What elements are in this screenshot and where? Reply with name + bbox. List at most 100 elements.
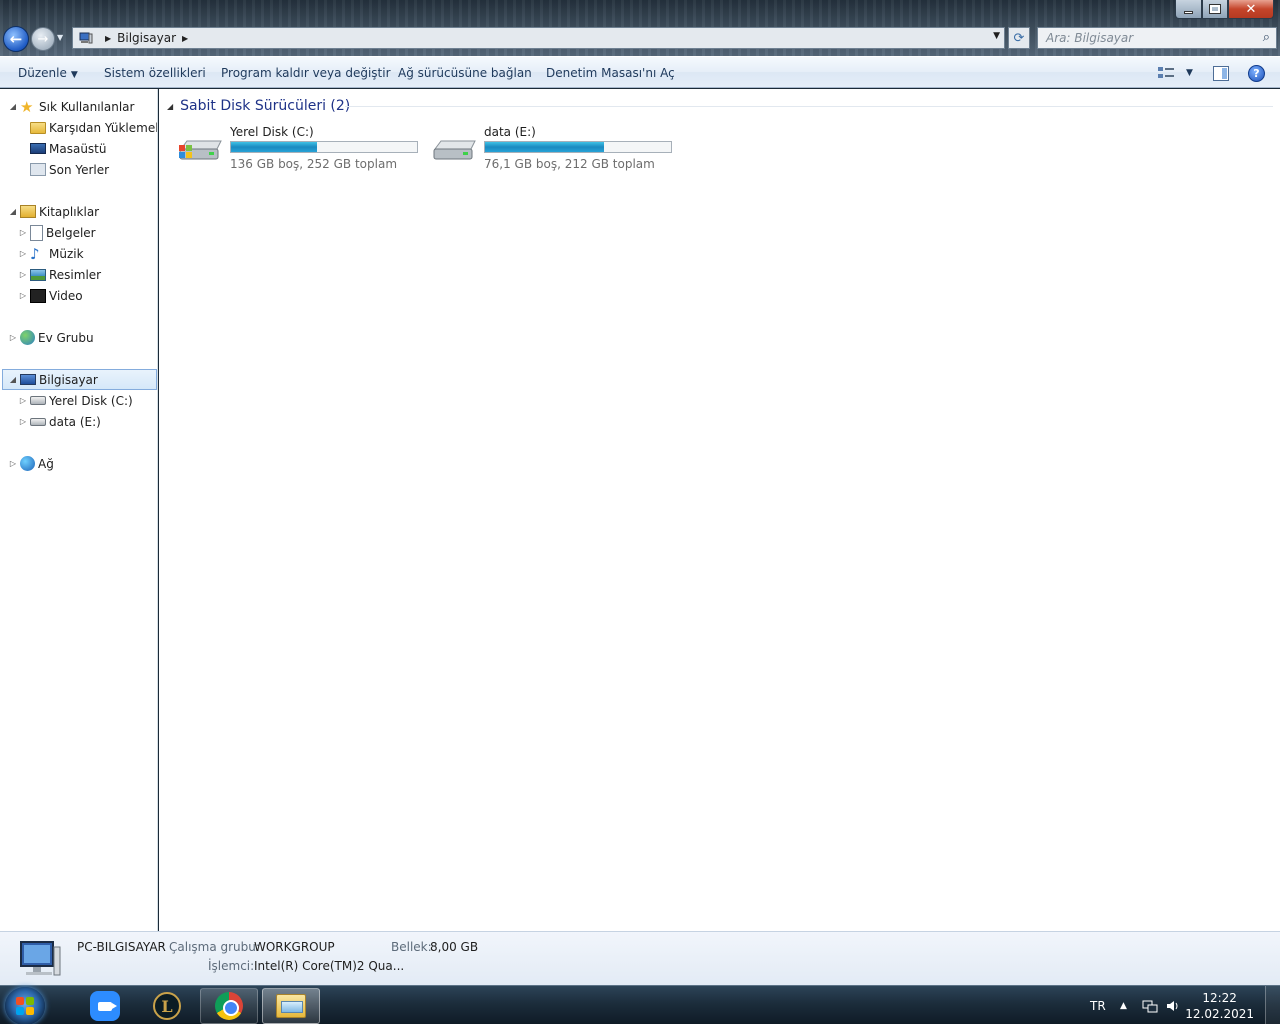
tree-libraries[interactable]: ◢ Kitaplıklar (8, 201, 99, 222)
video-film-icon (30, 288, 46, 303)
drive-name: Yerel Disk (C:) (230, 125, 314, 139)
speaker-icon (1167, 1000, 1178, 1011)
taskbar-league-of-legends[interactable]: L (138, 988, 196, 1024)
taskbar-explorer[interactable] (262, 988, 320, 1024)
tree-label: Ağ (38, 456, 54, 471)
drive-tile-e[interactable]: data (E:) 76,1 GB boş, 212 GB toplam (431, 123, 681, 173)
expand-arrow-icon[interactable]: ▷ (18, 417, 28, 426)
windows-logo-icon (16, 997, 34, 1015)
tree-drive-c[interactable]: ▷ Yerel Disk (C:) (18, 390, 133, 411)
tree-network[interactable]: ▷ Ağ (8, 453, 54, 474)
help-button[interactable]: ? (1248, 64, 1265, 82)
music-note-icon: ♪ (30, 244, 40, 263)
pictures-icon (30, 268, 46, 281)
tree-pictures[interactable]: ▷ Resimler (18, 264, 101, 285)
tree-computer[interactable]: ◢ Bilgisayar (2, 369, 157, 390)
map-network-drive-button[interactable]: Ağ sürücüsüne bağlan (398, 66, 532, 80)
tree-label: data (E:) (49, 414, 101, 429)
language-indicator[interactable]: TR (1090, 986, 1106, 1024)
tree-music[interactable]: ▷ ♪ Müzik (18, 243, 84, 264)
forward-button[interactable]: → (31, 27, 55, 51)
windows-system-drive-icon (179, 140, 222, 160)
windows-explorer-icon (276, 994, 306, 1018)
taskbar-chrome[interactable] (200, 988, 258, 1024)
tree-homegroup[interactable]: ▷ Ev Grubu (8, 327, 94, 348)
expand-arrow-icon[interactable]: ▷ (18, 291, 28, 300)
restore-icon (1209, 4, 1221, 14)
breadcrumb-computer[interactable]: Bilgisayar (117, 31, 176, 45)
drive-usage-bar (230, 141, 418, 153)
recent-pages-dropdown[interactable]: ▼ (57, 33, 63, 42)
close-icon: ✕ (1245, 1, 1257, 17)
workgroup-label: Çalışma grubu: (169, 940, 260, 954)
computer-monitor-icon (20, 941, 61, 976)
address-dropdown-icon[interactable]: ▼ (993, 31, 1000, 41)
tree-desktop[interactable]: Masaüstü (18, 138, 106, 159)
restore-button[interactable] (1202, 0, 1228, 19)
system-properties-button[interactable]: Sistem özellikleri (104, 66, 206, 80)
clock-time: 12:22 (1202, 991, 1237, 1005)
expand-arrow-icon[interactable]: ▷ (8, 333, 18, 342)
expand-arrow-icon[interactable]: ▷ (18, 396, 28, 405)
help-icon: ? (1248, 64, 1265, 82)
drive-usage-bar (484, 141, 672, 153)
drive-space-info: 136 GB boş, 252 GB toplam (230, 157, 398, 171)
close-button[interactable]: ✕ (1228, 0, 1274, 19)
start-button[interactable] (5, 987, 45, 1024)
hard-drive-icon (30, 417, 46, 426)
network-icon (20, 456, 35, 471)
drive-tile-c[interactable]: Yerel Disk (C:) 136 GB boş, 252 GB topla… (177, 123, 427, 173)
uninstall-program-button[interactable]: Program kaldır veya değiştir (221, 66, 391, 80)
search-input[interactable]: Ara: Bilgisayar ⌕ (1037, 27, 1277, 49)
minimize-icon (1184, 10, 1193, 14)
tree-label: Yerel Disk (C:) (49, 393, 133, 408)
clock[interactable]: 12:22 12.02.2021 (1185, 990, 1254, 1022)
processor-value: Intel(R) Core(TM)2 Qua... (254, 959, 405, 973)
tree-drive-e[interactable]: ▷ data (E:) (18, 411, 101, 432)
show-hidden-icons-arrow-icon[interactable]: ▲ (1120, 986, 1127, 1024)
system-drive-icon (30, 396, 46, 405)
volume-tray-icon[interactable] (1166, 986, 1180, 1024)
computer-icon (20, 374, 36, 385)
network-tray-icon[interactable] (1142, 986, 1158, 1024)
collapse-arrow-icon[interactable]: ◢ (8, 375, 18, 384)
chevron-down-icon[interactable]: ▼ (1186, 68, 1193, 78)
back-button[interactable]: ← (3, 26, 29, 52)
league-of-legends-icon: L (153, 992, 181, 1020)
star-icon: ★ (20, 97, 34, 116)
collapse-arrow-icon[interactable]: ◢ (8, 207, 18, 216)
show-desktop-button[interactable] (1265, 986, 1280, 1024)
tree-label: Müzik (49, 246, 84, 261)
refresh-icon: ⟳ (1013, 30, 1025, 46)
organize-menu[interactable]: Düzenle ▼ (18, 66, 78, 80)
tree-label: Resimler (49, 267, 102, 282)
expand-arrow-icon[interactable]: ▷ (18, 228, 28, 237)
tree-favorites[interactable]: ◢ ★ Sık Kullanılanlar (8, 96, 135, 117)
breadcrumb-chevron-icon[interactable]: ▶ (182, 34, 188, 43)
group-header-hard-drives[interactable]: ◢ Sabit Disk Sürücüleri (2) (167, 98, 350, 114)
recent-places-icon (30, 163, 46, 176)
tree-video[interactable]: ▷ Video (18, 285, 83, 306)
taskbar-zoom[interactable] (76, 988, 134, 1024)
drive-name: data (E:) (484, 125, 536, 139)
search-icon[interactable]: ⌕ (1263, 30, 1270, 45)
change-view-button[interactable]: ▼ (1158, 64, 1193, 82)
expand-arrow-icon[interactable]: ▷ (8, 459, 18, 468)
drive-usage-fill (231, 142, 317, 152)
refresh-button[interactable]: ⟳ (1008, 27, 1030, 49)
drive-space-info: 76,1 GB boş, 212 GB toplam (484, 157, 655, 171)
preview-pane-button[interactable] (1213, 64, 1229, 82)
collapse-arrow-icon[interactable]: ◢ (167, 102, 173, 111)
open-control-panel-button[interactable]: Denetim Masası'nı Aç (546, 66, 675, 80)
address-bar[interactable]: ▶ Bilgisayar ▶ ▼ (72, 27, 1005, 49)
tree-downloads[interactable]: Karşıdan Yüklemeler (18, 117, 157, 138)
navigation-pane: ◢★Sık Kullanılanlar Karşıdan Yüklemeler … (0, 89, 158, 931)
collapse-arrow-icon[interactable]: ◢ (8, 102, 18, 111)
expand-arrow-icon[interactable]: ▷ (18, 249, 28, 258)
tree-recent-places[interactable]: Son Yerler (18, 159, 109, 180)
minimize-button[interactable] (1175, 0, 1202, 19)
content-pane: ◢ Sabit Disk Sürücüleri (2) Yerel Disk (… (159, 89, 1280, 931)
expand-arrow-icon[interactable]: ▷ (18, 270, 28, 279)
breadcrumb-separator-icon[interactable]: ▶ (105, 34, 111, 43)
tree-documents[interactable]: ▷ Belgeler (18, 222, 96, 243)
